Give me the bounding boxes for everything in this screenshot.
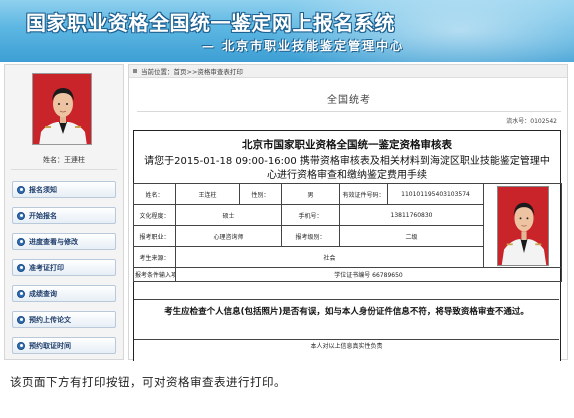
qualification-review-form: 北京市国家职业资格全国统一鉴定资格审核表 请您于2015-01-18 09:00… xyxy=(133,130,562,361)
page-title: 全国统考 xyxy=(327,95,371,106)
photo-cell xyxy=(483,183,562,268)
source-value: 社会 xyxy=(175,246,484,268)
sidebar: 姓名：王連柱 报名须知 开始报名 进度查看与修改 准考证打印 成绩查询 预约上传… xyxy=(4,64,124,360)
phone-label: 手机号： xyxy=(281,204,340,226)
name-value: 王连柱 xyxy=(175,183,240,205)
gender-label: 性别： xyxy=(239,183,282,205)
divider xyxy=(137,111,561,112)
person-portrait-icon xyxy=(33,74,91,144)
level-label: 报考级别： xyxy=(281,225,340,247)
menu-item-label: 成绩查询 xyxy=(29,289,57,298)
menu-item-score-query[interactable]: 成绩查询 xyxy=(12,285,116,302)
system-subtitle: — 北京市职业技能鉴定管理中心 xyxy=(202,39,405,53)
source-label: 考生来源： xyxy=(133,246,176,268)
menu-item-upload-thesis[interactable]: 预约上传论文 xyxy=(12,311,116,328)
header-banner: 国家职业资格全国统一鉴定网上报名系统 — 北京市职业技能鉴定管理中心 xyxy=(0,0,574,62)
menu-item-label: 预约取证时间 xyxy=(29,341,71,350)
menu-item-start-registration[interactable]: 开始报名 xyxy=(12,207,116,224)
info-check-warning: 考生应检查个人信息(包括照片)是否有误，如与本人身份证件信息不符，将导致资格审查… xyxy=(134,299,559,339)
truthfulness-statement: 本人对以上信息真实性负责 xyxy=(134,339,559,357)
menu-item-registration-notice[interactable]: 报名须知 xyxy=(12,181,116,198)
bullet-icon xyxy=(17,185,25,194)
form-notice: 请您于2015-01-18 09:00-16:00 携带资格审核表及相关材料到海… xyxy=(144,156,550,181)
menu-item-admission-ticket[interactable]: 准考证打印 xyxy=(12,259,116,276)
bullet-icon xyxy=(17,341,25,350)
breadcrumb-text: 当前位置：首页>>资格审查表打印 xyxy=(141,68,243,76)
form-title: 北京市国家职业资格全国统一鉴定资格审核表 xyxy=(242,139,452,151)
level-value: 二级 xyxy=(339,225,484,247)
bullet-icon xyxy=(17,237,25,246)
gender-value: 男 xyxy=(281,183,340,205)
name-label: 姓名： xyxy=(133,183,176,205)
menu-item-label: 准考证打印 xyxy=(29,263,64,272)
bullet-icon xyxy=(17,263,25,272)
phone-value: 13811760830 xyxy=(339,204,484,226)
screenshot-caption: 该页面下方有打印按钮，可对资格审查表进行打印。 xyxy=(10,375,286,389)
divider xyxy=(11,169,117,170)
id-value: 110101195403103574 xyxy=(387,183,484,205)
applicant-info-table: 姓名： 王连柱 性别： 男 有效证件号码： 110101195403103574 xyxy=(133,183,562,282)
menu-item-label: 预约上传论文 xyxy=(29,315,71,324)
menu-item-progress[interactable]: 进度查看与修改 xyxy=(12,233,116,250)
breadcrumb: 当前位置：首页>>资格审查表打印 xyxy=(129,65,567,78)
main-content: 当前位置：首页>>资格审查表打印 全国统考 流水号：0102542 北京市国家职… xyxy=(128,64,568,361)
menu-item-label: 报名须知 xyxy=(29,185,57,194)
education-value: 硕士 xyxy=(175,204,282,226)
bullet-icon xyxy=(17,315,25,324)
condition-label: 报考条件输入项 xyxy=(133,267,176,282)
occupation-label: 报考职业： xyxy=(133,225,176,247)
applicant-name: 姓名：王連柱 xyxy=(43,156,85,164)
bullet-icon xyxy=(17,211,25,220)
person-portrait-icon xyxy=(497,186,548,265)
menu-item-label: 开始报名 xyxy=(29,211,57,220)
square-icon xyxy=(133,69,137,73)
condition-value: 学位证书编号 66789650 xyxy=(175,267,562,282)
applicant-photo xyxy=(32,73,92,145)
sidebar-menu: 报名须知 开始报名 进度查看与修改 准考证打印 成绩查询 预约上传论文 预约取证… xyxy=(12,181,116,363)
menu-item-label: 进度查看与修改 xyxy=(29,237,78,246)
serial-number: 流水号：0102542 xyxy=(506,118,557,125)
id-label: 有效证件号码： xyxy=(339,183,388,205)
bullet-icon xyxy=(17,289,25,298)
system-title: 国家职业资格全国统一鉴定网上报名系统 xyxy=(26,11,395,35)
occupation-value: 心理咨询师 xyxy=(175,225,282,247)
applicant-form-photo xyxy=(496,185,549,266)
menu-item-certificate-time[interactable]: 预约取证时间 xyxy=(12,337,116,354)
education-label: 文化程度： xyxy=(133,204,176,226)
